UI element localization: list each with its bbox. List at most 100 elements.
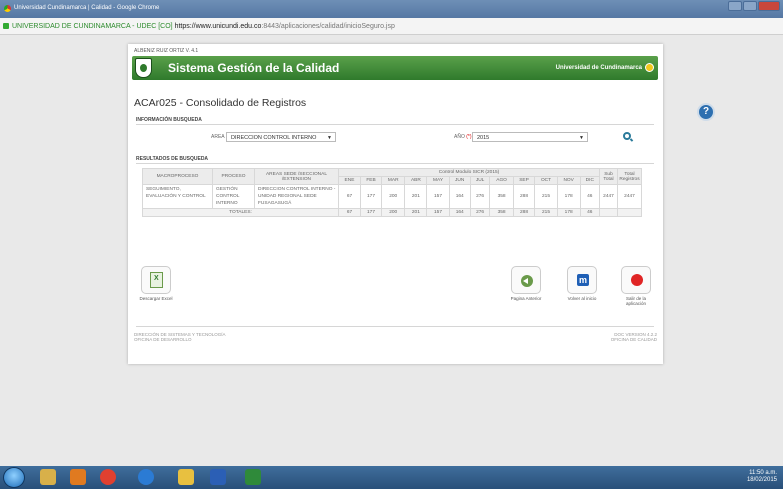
chevron-down-icon: ▼ xyxy=(327,135,332,141)
col-proceso: PROCESO xyxy=(212,168,255,185)
cell-month: 164 xyxy=(448,184,471,209)
cell-month: 177 xyxy=(359,184,383,209)
previous-page-button[interactable]: Pagina Anterior xyxy=(508,266,544,301)
previous-page-tile[interactable] xyxy=(511,266,541,294)
start-button[interactable] xyxy=(3,467,25,488)
clock-time: 11:50 a.m. xyxy=(749,470,777,476)
cell-month: 67 xyxy=(338,184,361,209)
excel-taskbar-icon[interactable] xyxy=(245,469,261,485)
total-subtotal-empty xyxy=(599,208,618,217)
totals-label: TOTALES: xyxy=(142,208,339,217)
col-month: SEP xyxy=(512,176,536,185)
total-month: 67 xyxy=(338,208,361,217)
cell-month: 157 xyxy=(426,184,450,209)
cell-month: 215 xyxy=(534,184,558,209)
logout-label: Salir de la aplicación xyxy=(625,296,646,306)
clock-date: 18/02/2015 xyxy=(746,477,777,483)
divider xyxy=(136,163,654,164)
col-month: FEB xyxy=(359,176,383,185)
download-excel-tile[interactable] xyxy=(141,266,171,294)
excel-icon xyxy=(150,272,163,288)
download-excel-label: Descargar Excel xyxy=(139,296,173,301)
maximize-button[interactable] xyxy=(743,1,757,11)
close-button[interactable] xyxy=(758,1,780,11)
internet-explorer-icon[interactable] xyxy=(138,469,154,485)
word-icon[interactable] xyxy=(210,469,226,485)
year-select-value: 2015 xyxy=(477,135,490,141)
col-macroproceso: MACROPROCESO xyxy=(142,168,213,185)
col-month: MAR xyxy=(381,176,406,185)
cell-month: 288 xyxy=(512,184,536,209)
results-section-header: RESULTADOS DE BUSQUEDA xyxy=(136,156,209,162)
cell-month: 276 xyxy=(469,184,491,209)
address-bar[interactable]: UNIVERSIDAD DE CUNDINAMARCA - UDEC [CO] … xyxy=(0,18,783,35)
exit-icon xyxy=(631,274,643,286)
col-month: ENE xyxy=(338,176,361,185)
area-label-text: AREA xyxy=(211,134,225,140)
col-subtotal: Sub Total xyxy=(599,168,618,185)
total-total-empty xyxy=(617,208,642,217)
total-month: 288 xyxy=(512,208,536,217)
total-month: 164 xyxy=(448,208,471,217)
area-select[interactable]: DIRECCION CONTROL INTERNO ▼ xyxy=(226,132,336,142)
cell-area: DIRECCION CONTROL INTERNO - UNIDAD REGIO… xyxy=(254,184,339,209)
system-title: Sistema Gestión de la Calidad xyxy=(168,61,340,75)
app-banner: Sistema Gestión de la Calidad Universida… xyxy=(132,56,658,80)
previous-page-label: Pagina Anterior xyxy=(510,296,542,301)
col-month: AGO xyxy=(489,176,514,185)
home-icon: m xyxy=(577,274,589,286)
col-month: MAY xyxy=(426,176,450,185)
window-title: Universidad Cundinamarca | Calidad - Goo… xyxy=(14,5,160,11)
cell-month: 201 xyxy=(404,184,428,209)
folder-icon[interactable] xyxy=(178,469,194,485)
divider xyxy=(136,326,654,327)
col-month: JUN xyxy=(448,176,471,185)
col-month: DIC xyxy=(579,176,601,185)
back-arrow-icon xyxy=(521,275,533,287)
total-month: 215 xyxy=(534,208,558,217)
total-month: 201 xyxy=(404,208,428,217)
total-month: 358 xyxy=(489,208,514,217)
search-icon[interactable] xyxy=(623,132,631,140)
col-month: NOV xyxy=(556,176,581,185)
logout-button[interactable]: Salir de la aplicación xyxy=(616,266,656,306)
system-clock[interactable]: 11:50 a.m. 18/02/2015 xyxy=(747,470,777,484)
lock-icon xyxy=(3,23,9,29)
help-icon[interactable]: ? xyxy=(697,103,715,121)
download-excel-button[interactable]: Descargar Excel xyxy=(138,266,174,301)
cell-proceso: GESTIÓN CONTROL INTERNO xyxy=(212,184,255,209)
media-player-icon[interactable] xyxy=(70,469,86,485)
chrome-icon xyxy=(4,5,11,12)
home-button[interactable]: m Volver al inicio xyxy=(564,266,600,301)
url-path: :8443/aplicaciones/calidad/inicioSeguro.… xyxy=(261,23,395,30)
footer-left-line2: OFICINA DE DESARROLLO xyxy=(134,337,192,342)
col-month: ABR xyxy=(404,176,428,185)
col-month: OCT xyxy=(534,176,558,185)
year-label: AÑO (*) xyxy=(454,134,472,140)
user-name: ALBENIZ RUIZ ORTIZ V. 4.1 xyxy=(134,48,199,54)
divider xyxy=(136,124,654,125)
explorer-icon[interactable] xyxy=(40,469,56,485)
university-name: Universidad de Cundinamarca xyxy=(555,65,642,71)
table-row: SEGUIMIENTO, EVALUACIÓN Y CONTROL GESTIÓ… xyxy=(142,184,642,209)
minimize-button[interactable] xyxy=(728,1,742,11)
col-group-control: Control Modulo SICR (2015) xyxy=(338,168,600,177)
cell-month: 358 xyxy=(489,184,514,209)
year-select[interactable]: 2015 ▼ xyxy=(472,132,588,142)
logout-tile[interactable] xyxy=(621,266,651,294)
chrome-taskbar-icon[interactable] xyxy=(100,469,116,485)
cell-month: 46 xyxy=(579,184,601,209)
total-month: 276 xyxy=(469,208,491,217)
page-container: ALBENIZ RUIZ ORTIZ V. 4.1 Sistema Gestió… xyxy=(128,44,663,364)
cell-total: 2447 xyxy=(617,184,642,209)
taskbar: 11:50 a.m. 18/02/2015 xyxy=(0,466,783,489)
home-tile[interactable]: m xyxy=(567,266,597,294)
cell-month: 178 xyxy=(556,184,581,209)
col-total: Total Registros xyxy=(617,168,642,185)
required-mark: (*) xyxy=(466,134,472,140)
area-select-value: DIRECCION CONTROL INTERNO xyxy=(231,135,317,141)
total-month: 46 xyxy=(579,208,601,217)
home-label: Volver al inicio xyxy=(567,296,597,301)
total-month: 157 xyxy=(426,208,450,217)
url-host: www.unicundi.edu.co xyxy=(195,23,262,30)
